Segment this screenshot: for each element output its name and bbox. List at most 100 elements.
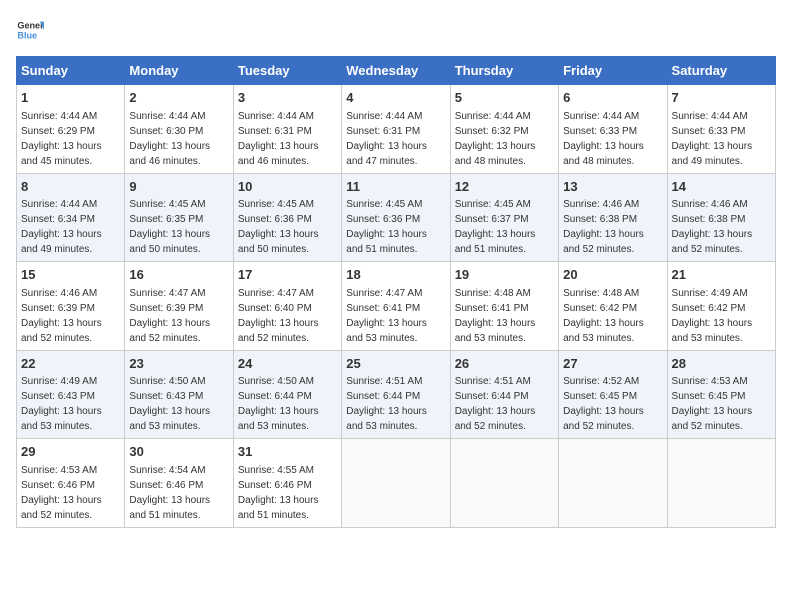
calendar-day-cell: 11 Sunrise: 4:45 AMSunset: 6:36 PMDaylig… [342, 173, 450, 262]
day-info: Sunrise: 4:44 AMSunset: 6:31 PMDaylight:… [238, 111, 319, 167]
weekday-header-cell: Thursday [450, 57, 558, 85]
calendar-week-row: 29 Sunrise: 4:53 AMSunset: 6:46 PMDaylig… [17, 439, 776, 528]
calendar-day-cell [450, 439, 558, 528]
day-info: Sunrise: 4:47 AMSunset: 6:41 PMDaylight:… [346, 288, 427, 344]
day-number: 31 [238, 443, 337, 461]
day-info: Sunrise: 4:46 AMSunset: 6:38 PMDaylight:… [563, 199, 644, 255]
day-number: 16 [129, 266, 228, 284]
day-info: Sunrise: 4:45 AMSunset: 6:35 PMDaylight:… [129, 199, 210, 255]
logo: General Blue [16, 16, 44, 44]
weekday-header-cell: Tuesday [233, 57, 341, 85]
day-info: Sunrise: 4:51 AMSunset: 6:44 PMDaylight:… [346, 376, 427, 432]
calendar-day-cell: 29 Sunrise: 4:53 AMSunset: 6:46 PMDaylig… [17, 439, 125, 528]
day-info: Sunrise: 4:44 AMSunset: 6:32 PMDaylight:… [455, 111, 536, 167]
day-number: 27 [563, 355, 662, 373]
day-info: Sunrise: 4:54 AMSunset: 6:46 PMDaylight:… [129, 465, 210, 521]
day-number: 9 [129, 178, 228, 196]
day-number: 19 [455, 266, 554, 284]
day-number: 20 [563, 266, 662, 284]
day-number: 2 [129, 89, 228, 107]
day-number: 25 [346, 355, 445, 373]
day-number: 23 [129, 355, 228, 373]
day-info: Sunrise: 4:44 AMSunset: 6:34 PMDaylight:… [21, 199, 102, 255]
calendar-day-cell: 8 Sunrise: 4:44 AMSunset: 6:34 PMDayligh… [17, 173, 125, 262]
weekday-header-cell: Saturday [667, 57, 775, 85]
day-number: 30 [129, 443, 228, 461]
calendar-day-cell [559, 439, 667, 528]
day-number: 10 [238, 178, 337, 196]
calendar-day-cell: 30 Sunrise: 4:54 AMSunset: 6:46 PMDaylig… [125, 439, 233, 528]
weekday-header-cell: Monday [125, 57, 233, 85]
calendar-table: SundayMondayTuesdayWednesdayThursdayFrid… [16, 56, 776, 528]
svg-text:Blue: Blue [17, 30, 37, 40]
day-info: Sunrise: 4:48 AMSunset: 6:42 PMDaylight:… [563, 288, 644, 344]
calendar-week-row: 8 Sunrise: 4:44 AMSunset: 6:34 PMDayligh… [17, 173, 776, 262]
calendar-day-cell: 26 Sunrise: 4:51 AMSunset: 6:44 PMDaylig… [450, 350, 558, 439]
day-number: 4 [346, 89, 445, 107]
calendar-day-cell: 16 Sunrise: 4:47 AMSunset: 6:39 PMDaylig… [125, 262, 233, 351]
calendar-week-row: 15 Sunrise: 4:46 AMSunset: 6:39 PMDaylig… [17, 262, 776, 351]
day-number: 24 [238, 355, 337, 373]
day-number: 12 [455, 178, 554, 196]
calendar-day-cell: 4 Sunrise: 4:44 AMSunset: 6:31 PMDayligh… [342, 85, 450, 174]
calendar-day-cell: 28 Sunrise: 4:53 AMSunset: 6:45 PMDaylig… [667, 350, 775, 439]
calendar-day-cell: 15 Sunrise: 4:46 AMSunset: 6:39 PMDaylig… [17, 262, 125, 351]
day-number: 5 [455, 89, 554, 107]
day-info: Sunrise: 4:45 AMSunset: 6:36 PMDaylight:… [346, 199, 427, 255]
day-number: 26 [455, 355, 554, 373]
calendar-day-cell: 21 Sunrise: 4:49 AMSunset: 6:42 PMDaylig… [667, 262, 775, 351]
weekday-header-cell: Friday [559, 57, 667, 85]
day-number: 17 [238, 266, 337, 284]
calendar-day-cell: 9 Sunrise: 4:45 AMSunset: 6:35 PMDayligh… [125, 173, 233, 262]
day-number: 7 [672, 89, 771, 107]
calendar-day-cell: 6 Sunrise: 4:44 AMSunset: 6:33 PMDayligh… [559, 85, 667, 174]
day-number: 6 [563, 89, 662, 107]
day-info: Sunrise: 4:53 AMSunset: 6:46 PMDaylight:… [21, 465, 102, 521]
day-info: Sunrise: 4:46 AMSunset: 6:39 PMDaylight:… [21, 288, 102, 344]
logo-icon: General Blue [16, 16, 44, 44]
calendar-day-cell: 27 Sunrise: 4:52 AMSunset: 6:45 PMDaylig… [559, 350, 667, 439]
calendar-day-cell: 5 Sunrise: 4:44 AMSunset: 6:32 PMDayligh… [450, 85, 558, 174]
day-number: 13 [563, 178, 662, 196]
day-info: Sunrise: 4:45 AMSunset: 6:37 PMDaylight:… [455, 199, 536, 255]
calendar-day-cell: 18 Sunrise: 4:47 AMSunset: 6:41 PMDaylig… [342, 262, 450, 351]
calendar-day-cell [667, 439, 775, 528]
calendar-day-cell: 17 Sunrise: 4:47 AMSunset: 6:40 PMDaylig… [233, 262, 341, 351]
calendar-week-row: 22 Sunrise: 4:49 AMSunset: 6:43 PMDaylig… [17, 350, 776, 439]
day-info: Sunrise: 4:53 AMSunset: 6:45 PMDaylight:… [672, 376, 753, 432]
day-info: Sunrise: 4:51 AMSunset: 6:44 PMDaylight:… [455, 376, 536, 432]
calendar-day-cell: 22 Sunrise: 4:49 AMSunset: 6:43 PMDaylig… [17, 350, 125, 439]
day-info: Sunrise: 4:49 AMSunset: 6:43 PMDaylight:… [21, 376, 102, 432]
calendar-day-cell: 20 Sunrise: 4:48 AMSunset: 6:42 PMDaylig… [559, 262, 667, 351]
day-info: Sunrise: 4:52 AMSunset: 6:45 PMDaylight:… [563, 376, 644, 432]
day-number: 15 [21, 266, 120, 284]
day-info: Sunrise: 4:50 AMSunset: 6:44 PMDaylight:… [238, 376, 319, 432]
day-info: Sunrise: 4:44 AMSunset: 6:30 PMDaylight:… [129, 111, 210, 167]
page-header: General Blue [16, 16, 776, 44]
day-number: 21 [672, 266, 771, 284]
day-info: Sunrise: 4:44 AMSunset: 6:33 PMDaylight:… [563, 111, 644, 167]
calendar-day-cell: 31 Sunrise: 4:55 AMSunset: 6:46 PMDaylig… [233, 439, 341, 528]
day-number: 29 [21, 443, 120, 461]
day-info: Sunrise: 4:55 AMSunset: 6:46 PMDaylight:… [238, 465, 319, 521]
day-info: Sunrise: 4:46 AMSunset: 6:38 PMDaylight:… [672, 199, 753, 255]
day-number: 14 [672, 178, 771, 196]
day-info: Sunrise: 4:44 AMSunset: 6:29 PMDaylight:… [21, 111, 102, 167]
calendar-day-cell: 25 Sunrise: 4:51 AMSunset: 6:44 PMDaylig… [342, 350, 450, 439]
calendar-day-cell: 13 Sunrise: 4:46 AMSunset: 6:38 PMDaylig… [559, 173, 667, 262]
day-info: Sunrise: 4:48 AMSunset: 6:41 PMDaylight:… [455, 288, 536, 344]
day-number: 11 [346, 178, 445, 196]
day-info: Sunrise: 4:49 AMSunset: 6:42 PMDaylight:… [672, 288, 753, 344]
calendar-day-cell: 24 Sunrise: 4:50 AMSunset: 6:44 PMDaylig… [233, 350, 341, 439]
calendar-week-row: 1 Sunrise: 4:44 AMSunset: 6:29 PMDayligh… [17, 85, 776, 174]
calendar-day-cell: 14 Sunrise: 4:46 AMSunset: 6:38 PMDaylig… [667, 173, 775, 262]
day-info: Sunrise: 4:44 AMSunset: 6:33 PMDaylight:… [672, 111, 753, 167]
weekday-header-row: SundayMondayTuesdayWednesdayThursdayFrid… [17, 57, 776, 85]
calendar-day-cell: 1 Sunrise: 4:44 AMSunset: 6:29 PMDayligh… [17, 85, 125, 174]
calendar-body: 1 Sunrise: 4:44 AMSunset: 6:29 PMDayligh… [17, 85, 776, 528]
day-info: Sunrise: 4:45 AMSunset: 6:36 PMDaylight:… [238, 199, 319, 255]
day-info: Sunrise: 4:44 AMSunset: 6:31 PMDaylight:… [346, 111, 427, 167]
day-number: 22 [21, 355, 120, 373]
day-info: Sunrise: 4:47 AMSunset: 6:39 PMDaylight:… [129, 288, 210, 344]
day-info: Sunrise: 4:50 AMSunset: 6:43 PMDaylight:… [129, 376, 210, 432]
